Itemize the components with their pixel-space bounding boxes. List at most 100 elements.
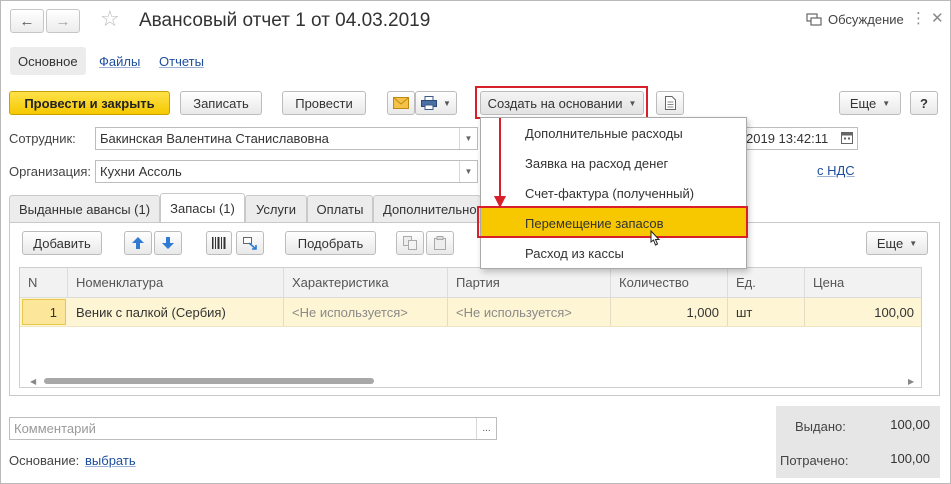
menu-item-additional-expenses[interactable]: Дополнительные расходы <box>481 118 746 148</box>
chevron-down-icon[interactable]: ▼ <box>459 161 477 182</box>
column-header-quantity[interactable]: Количество <box>611 268 728 298</box>
post-button[interactable]: Провести <box>282 91 366 115</box>
tab-advances[interactable]: Выданные авансы (1) <box>9 195 160 222</box>
arrow-up-icon <box>132 237 144 249</box>
spent-label: Потрачено: <box>780 453 849 468</box>
column-header-n[interactable]: N <box>20 268 68 298</box>
close-icon[interactable]: ✕ <box>931 9 944 27</box>
pick-button[interactable]: Подобрать <box>285 231 376 255</box>
tab-payments[interactable]: Оплаты <box>307 195 373 222</box>
vat-link[interactable]: с НДС <box>817 163 855 178</box>
date-value: 2019 13:42:11 <box>746 131 829 146</box>
menu-item-cash-outflow[interactable]: Расход из кассы <box>481 238 746 268</box>
forward-button[interactable]: → <box>46 9 80 33</box>
mouse-pointer-icon <box>650 230 661 246</box>
back-button[interactable]: ← <box>10 9 44 33</box>
document-icon <box>664 96 676 110</box>
print-button[interactable]: ▼ <box>415 91 457 115</box>
basis-label: Основание: <box>9 453 80 468</box>
column-header-unit[interactable]: Ед. <box>728 268 805 298</box>
batch-cell[interactable]: <Не используется> <box>448 298 611 326</box>
tab-additional[interactable]: Дополнительно <box>373 195 481 222</box>
inventory-table[interactable]: N Номенклатура Характеристика Партия Кол… <box>19 267 922 388</box>
copy-icon <box>403 236 417 250</box>
menu-item-invoice-received[interactable]: Счет-фактура (полученный) <box>481 178 746 208</box>
copy-button[interactable] <box>396 231 424 255</box>
spent-value: 100,00 <box>852 447 934 470</box>
tab-inventory[interactable]: Запасы (1) <box>160 193 245 222</box>
chevron-down-icon[interactable]: ▼ <box>459 128 477 149</box>
employee-label: Сотрудник: <box>9 131 76 146</box>
barcode-icon <box>212 237 226 249</box>
post-and-close-button[interactable]: Провести и закрыть <box>9 91 170 115</box>
comment-placeholder: Комментарий <box>14 421 96 436</box>
fill-button[interactable] <box>236 231 264 255</box>
window-menu-icon[interactable]: ⋮ <box>911 9 926 27</box>
price-cell[interactable]: 100,00 <box>805 298 921 326</box>
chat-icon <box>806 12 822 26</box>
unit-cell[interactable]: шт <box>728 298 805 326</box>
chevron-down-icon: ▼ <box>443 98 451 108</box>
organization-label: Организация: <box>9 164 92 179</box>
move-down-button[interactable] <box>154 231 182 255</box>
fill-icon <box>243 236 257 250</box>
discussion-label: Обсуждение <box>828 12 904 27</box>
column-header-price[interactable]: Цена <box>805 268 921 298</box>
email-button[interactable] <box>387 91 415 115</box>
more-label: Еще <box>849 95 877 111</box>
arrow-right-icon: → <box>55 12 71 30</box>
annotation-box-menu-item <box>477 206 748 238</box>
chevron-down-icon: ▼ <box>909 238 918 248</box>
arrow-down-icon <box>162 237 174 249</box>
item-cell[interactable]: Веник с палкой (Сербия) <box>68 298 284 326</box>
basis-select-link[interactable]: выбрать <box>85 453 136 468</box>
calendar-icon[interactable] <box>841 131 853 147</box>
horizontal-scrollbar[interactable] <box>44 378 374 384</box>
arrow-left-icon: ← <box>19 12 35 30</box>
date-field[interactable]: 2019 13:42:11 <box>742 127 858 150</box>
printer-icon <box>421 96 438 110</box>
help-button[interactable]: ? <box>910 91 938 115</box>
table-more-button[interactable]: Еще ▼ <box>866 231 928 255</box>
paste-button[interactable] <box>426 231 454 255</box>
column-header-batch[interactable]: Партия <box>448 268 611 298</box>
column-header-item[interactable]: Номенклатура <box>68 268 284 298</box>
save-button[interactable]: Записать <box>180 91 262 115</box>
create-based-on-label: Создать на основании <box>487 95 623 111</box>
discussion-button[interactable]: Обсуждение <box>806 12 904 27</box>
column-header-characteristic[interactable]: Характеристика <box>284 268 448 298</box>
section-tab-main[interactable]: Основное <box>10 47 86 75</box>
create-based-on-button[interactable]: Создать на основании ▼ <box>480 91 644 115</box>
move-up-button[interactable] <box>124 231 152 255</box>
more-dots-icon[interactable]: ... <box>476 418 496 439</box>
page-title: Авансовый отчет 1 от 04.03.2019 <box>139 10 431 31</box>
employee-value: Бакинская Валентина Станиславовна <box>100 131 329 146</box>
clipboard-icon <box>434 236 446 250</box>
menu-item-cash-request[interactable]: Заявка на расход денег <box>481 148 746 178</box>
add-row-button[interactable]: Добавить <box>22 231 102 255</box>
more-button[interactable]: Еще ▼ <box>839 91 901 115</box>
scroll-left-icon[interactable]: ◀ <box>30 377 36 386</box>
envelope-icon <box>393 97 409 109</box>
organization-field[interactable]: Кухни Ассоль ▼ <box>95 160 478 183</box>
comment-field[interactable]: Комментарий ... <box>9 417 497 440</box>
scroll-right-icon[interactable]: ▶ <box>908 377 914 386</box>
section-tab-reports[interactable]: Отчеты <box>151 47 212 75</box>
chevron-down-icon: ▼ <box>882 98 891 108</box>
table-row[interactable]: 1 Веник с палкой (Сербия) <Не использует… <box>20 298 921 327</box>
table-more-label: Еще <box>876 235 904 251</box>
row-number-cell[interactable]: 1 <box>22 299 66 325</box>
section-tab-files[interactable]: Файлы <box>91 47 148 75</box>
employee-field[interactable]: Бакинская Валентина Станиславовна ▼ <box>95 127 478 150</box>
chevron-down-icon: ▼ <box>628 98 637 108</box>
annotation-arrow <box>494 118 506 208</box>
create-based-on-menu: Дополнительные расходы Заявка на расход … <box>480 117 747 269</box>
barcode-button[interactable] <box>206 231 232 255</box>
tab-services[interactable]: Услуги <box>245 195 307 222</box>
characteristic-cell[interactable]: <Не используется> <box>284 298 448 326</box>
issued-value: 100,00 <box>852 413 934 436</box>
organization-value: Кухни Ассоль <box>100 164 182 179</box>
structure-button[interactable] <box>656 91 684 115</box>
favorite-star-icon[interactable]: ☆ <box>100 6 120 32</box>
quantity-cell[interactable]: 1,000 <box>611 298 728 326</box>
